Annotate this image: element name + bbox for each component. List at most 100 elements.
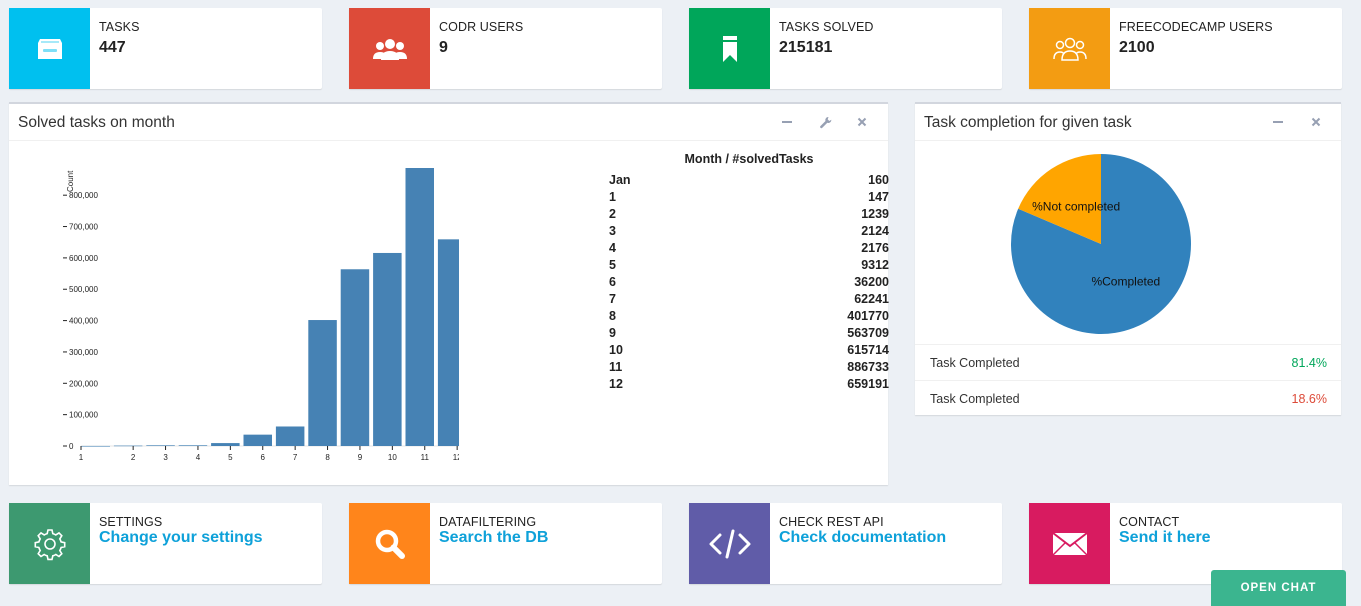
search-icon [375, 529, 405, 559]
legend-value: 18.6% [1291, 392, 1327, 406]
minimize-button[interactable] [779, 114, 795, 130]
table-cell-count: 659191 [847, 377, 889, 391]
stat-label: FREECODECAMP USERS [1119, 20, 1273, 34]
solved-table: Month / #solvedTasks Jan 160 1 147 2 1239 3… [609, 152, 889, 393]
stat-label: TASKS SOLVED [779, 20, 874, 34]
y-tick-label: 800,000 [69, 191, 98, 200]
stat-box-tasks: TASKS 447 [9, 8, 322, 89]
table-cell-count: 886733 [847, 360, 889, 374]
table-cell-month: 8 [609, 309, 616, 323]
action-icon-bg [349, 503, 430, 584]
table-cell-month: 3 [609, 224, 616, 238]
send-it-here-link[interactable]: Send it here [1119, 529, 1211, 547]
y-tick-label: 600,000 [69, 254, 98, 263]
table-cell-month: Jan [609, 173, 631, 187]
pie-chart-svg: %Completed %Not completed [1011, 154, 1191, 334]
bar [340, 269, 370, 446]
y-axis-label: Count [66, 170, 75, 192]
inbox-icon [37, 38, 62, 59]
table-cell-month: 10 [609, 343, 623, 357]
x-tick-label: 9 [358, 453, 363, 462]
table-row: 3 2124 [609, 223, 889, 240]
table-row: 12 659191 [609, 376, 889, 393]
code-icon [709, 529, 750, 558]
stat-icon-bg [689, 8, 770, 89]
action-icon-bg [1029, 503, 1110, 584]
table-row: 8 401770 [609, 308, 889, 325]
table-cell-month: 2 [609, 207, 616, 221]
change-settings-link[interactable]: Change your settings [99, 529, 263, 547]
x-tick-label: 5 [228, 453, 233, 462]
table-row: 11 886733 [609, 359, 889, 376]
minimize-button[interactable] [1270, 114, 1286, 130]
bar-chart-svg: Count 0 100,000 200,000 300,000 400,000 500,00… [63, 168, 470, 462]
settings-button[interactable] [817, 114, 833, 130]
action-label: CHECK REST API [779, 515, 884, 529]
wrench-icon [819, 116, 831, 128]
legend-label: Task Completed [930, 356, 1020, 370]
table-cell-month: 4 [609, 241, 616, 255]
table-cell-count: 62241 [854, 292, 889, 306]
close-icon [857, 117, 867, 127]
x-tick-label: 3 [163, 453, 168, 462]
table-cell-month: 7 [609, 292, 616, 306]
stat-label: CODR USERS [439, 20, 524, 34]
legend-row: Task Completed 81.4% [915, 344, 1341, 380]
table-row: 1 147 [609, 189, 889, 206]
close-icon [1311, 117, 1321, 127]
bar [113, 445, 143, 447]
x-tick-label: 4 [196, 453, 201, 462]
stat-box-codr-users: CODR USERS 9 [349, 8, 662, 89]
stat-box-tasks-solved: TASKS SOLVED 215181 [689, 8, 1002, 89]
table-cell-month: 5 [609, 258, 616, 272]
y-tick-label: 0 [69, 442, 74, 451]
panel-header: Solved tasks on month [9, 104, 888, 141]
bar-chart: Count 0 100,000 200,000 300,000 400,000 500,00… [19, 148, 470, 483]
table-cell-month: 12 [609, 377, 623, 391]
table-cell-month: 1 [609, 190, 616, 204]
bar [373, 252, 402, 446]
bar [178, 445, 208, 446]
table-cell-month: 6 [609, 275, 616, 289]
search-db-link[interactable]: Search the DB [439, 529, 548, 547]
table-cell-count: 2176 [861, 241, 889, 255]
table-cell-month: 11 [609, 360, 623, 374]
action-box-datafiltering[interactable]: DATAFILTERING Search the DB [349, 503, 662, 584]
table-cell-count: 160 [868, 173, 889, 187]
y-tick-label: 500,000 [69, 285, 98, 294]
minus-icon [1273, 121, 1283, 123]
x-tick-label: 2 [131, 453, 136, 462]
solved-tasks-panel: Solved tasks on month Count 0 100,000 200,0… [9, 102, 889, 485]
x-tick-label: 6 [261, 453, 266, 462]
x-tick-label: 12 [453, 453, 459, 462]
stat-box-freecodecamp-users: FREECODECAMP USERS 2100 [1029, 8, 1342, 89]
table-cell-count: 1239 [861, 207, 889, 221]
table-cell-count: 9312 [861, 258, 889, 272]
minus-icon [782, 121, 792, 123]
stat-value: 447 [99, 39, 126, 56]
action-icon-bg [9, 503, 90, 584]
task-completion-panel: Task completion for given task %Complete… [915, 102, 1341, 415]
x-tick-label: 8 [325, 453, 330, 462]
check-documentation-link[interactable]: Check documentation [779, 529, 946, 547]
action-box-settings[interactable]: SETTINGS Change your settings [9, 503, 322, 584]
bar [437, 239, 467, 446]
close-button[interactable] [854, 114, 870, 130]
table-row: 6 36200 [609, 274, 889, 291]
table-cell-count: 36200 [854, 275, 889, 289]
table-row: 2 1239 [609, 206, 889, 223]
stat-icon-bg [9, 8, 90, 89]
table-cell-count: 615714 [847, 343, 889, 357]
stat-label: TASKS [99, 20, 140, 34]
table-row: 7 62241 [609, 291, 889, 308]
table-cell-month: 9 [609, 326, 616, 340]
y-tick-label: 700,000 [69, 223, 98, 232]
x-tick-label: 11 [421, 453, 430, 462]
close-button[interactable] [1308, 114, 1324, 130]
action-box-rest-api[interactable]: CHECK REST API Check documentation [689, 503, 1002, 584]
action-icon-bg [689, 503, 770, 584]
bar [243, 434, 272, 446]
open-chat-button[interactable]: OPEN CHAT [1211, 570, 1346, 606]
action-label: SETTINGS [99, 515, 163, 529]
x-tick-label: 10 [388, 453, 397, 462]
